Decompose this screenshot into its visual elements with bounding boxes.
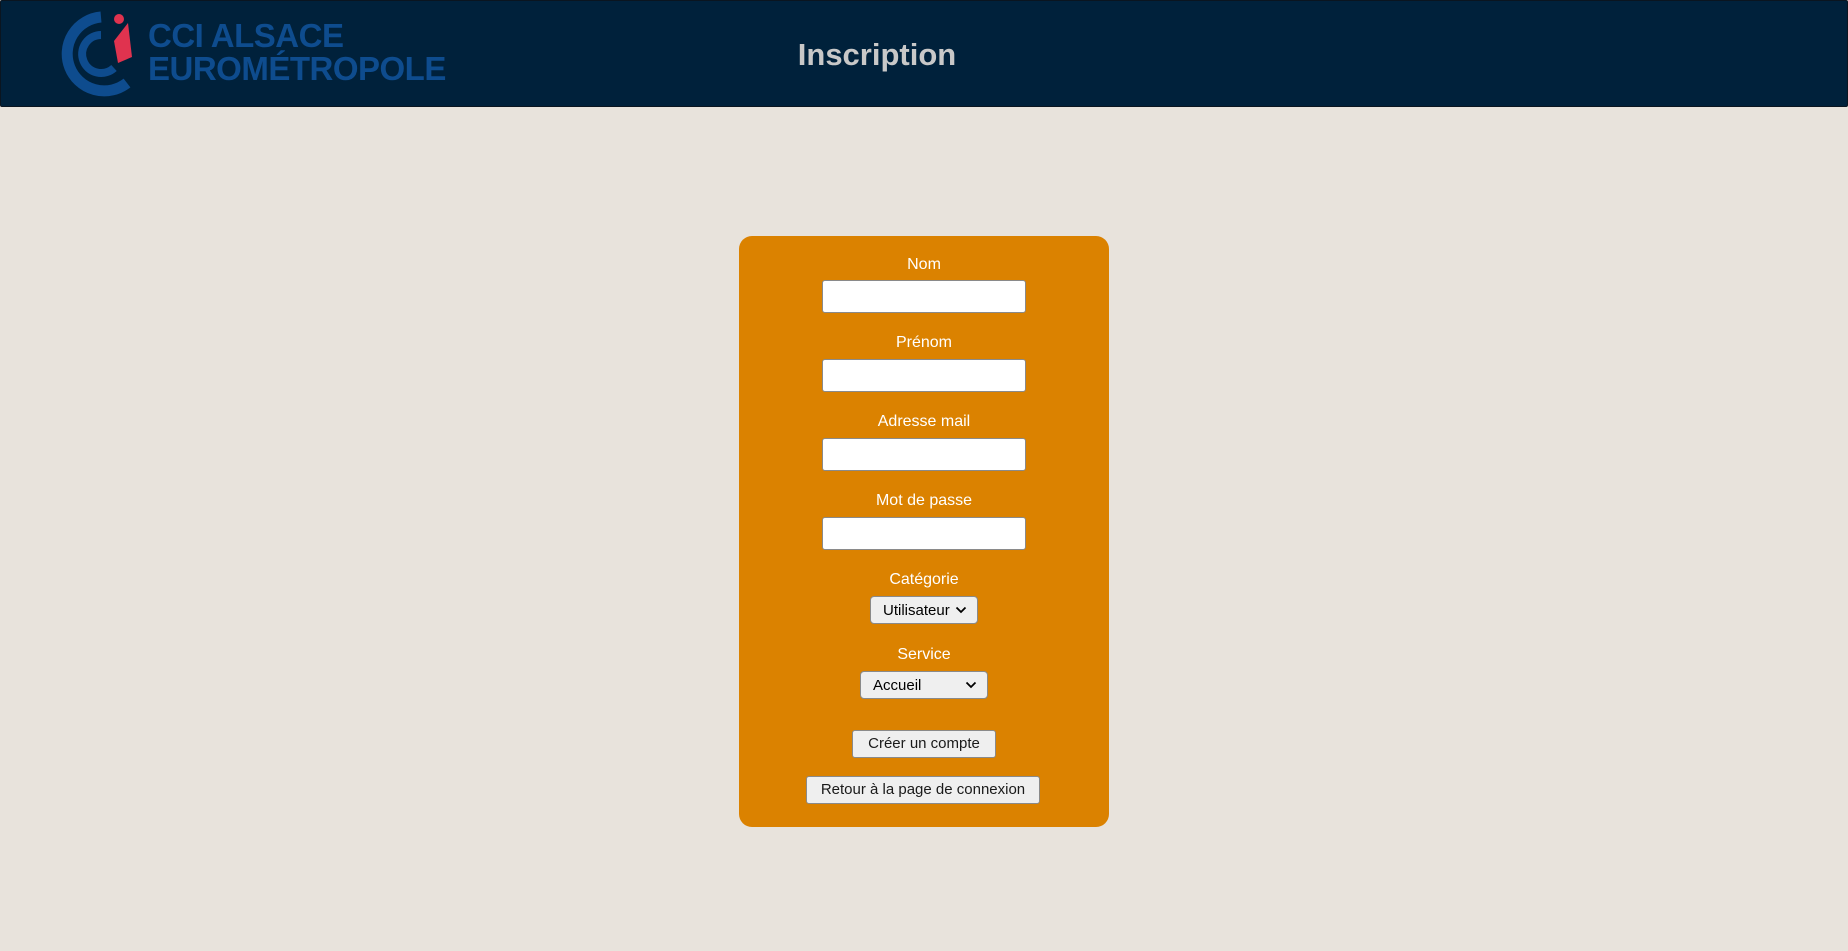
prenom-input[interactable] [822,359,1026,392]
password-input[interactable] [822,517,1026,550]
prenom-label: Prénom [895,334,953,351]
email-label: Adresse mail [877,413,971,430]
email-input[interactable] [822,438,1026,471]
service-selected-value: Accueil [873,677,922,694]
create-account-button[interactable]: Créer un compte [852,730,996,758]
service-select[interactable]: Accueil [860,671,988,699]
nom-label: Nom [907,256,941,273]
chevron-down-icon [965,681,977,689]
categorie-selected-value: Utilisateur [883,602,950,619]
categorie-select[interactable]: Utilisateur [870,596,978,624]
categorie-label: Catégorie [889,571,959,588]
service-label: Service [897,646,951,663]
page-title: Inscription [797,37,957,72]
top-header: CCI ALSACE EUROMÉTROPOLE Inscription [0,0,1848,107]
chevron-down-icon [955,606,967,614]
registration-form: Nom Prénom Adresse mail Mot de passe Cat… [739,236,1109,827]
nom-input[interactable] [822,280,1026,313]
back-to-login-button[interactable]: Retour à la page de connexion [806,776,1040,804]
password-label: Mot de passe [875,492,973,509]
